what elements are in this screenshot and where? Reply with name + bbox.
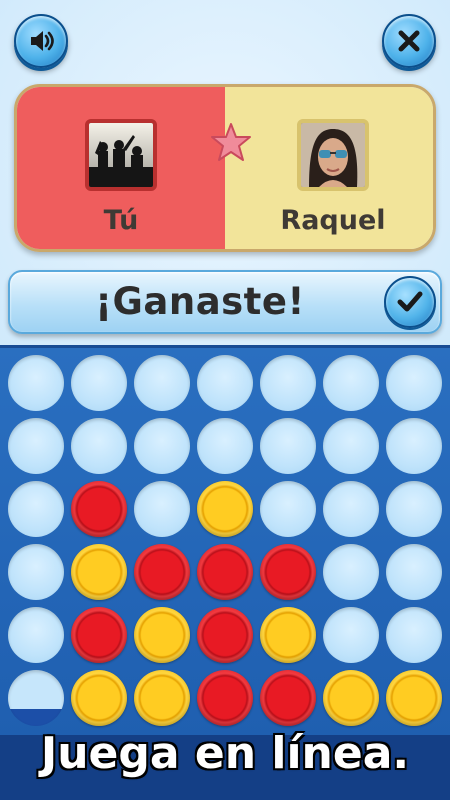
result-banner: ¡Ganaste! [8,270,442,334]
board-slot[interactable] [386,418,442,474]
board-slot[interactable] [323,607,379,663]
board-slot[interactable] [8,607,64,663]
yellow-disc[interactable] [134,670,190,726]
players-panel: Tú Raquel [14,84,436,252]
checkmark-icon [397,291,423,312]
board-slot[interactable] [197,418,253,474]
close-button[interactable] [382,14,436,68]
red-disc[interactable] [71,607,127,663]
yellow-disc[interactable] [386,670,442,726]
board-slot[interactable] [260,418,316,474]
board-slot[interactable] [386,544,442,600]
board-slot[interactable] [323,481,379,537]
yellow-disc[interactable] [71,670,127,726]
board-slot[interactable] [8,544,64,600]
board-slot[interactable] [71,355,127,411]
red-disc[interactable] [71,481,127,537]
player-right-name: Raquel [280,205,386,236]
red-disc[interactable] [260,544,316,600]
board-slot[interactable] [134,355,190,411]
board-slot[interactable] [8,670,64,726]
board-slot[interactable] [8,481,64,537]
red-disc[interactable] [197,607,253,663]
red-disc[interactable] [134,544,190,600]
yellow-disc[interactable] [134,607,190,663]
board-slot[interactable] [134,481,190,537]
board-slot[interactable] [323,418,379,474]
board-slot[interactable] [260,481,316,537]
sound-button[interactable] [14,14,68,68]
board-slot[interactable] [386,607,442,663]
board-slot[interactable] [260,355,316,411]
board-slot[interactable] [323,544,379,600]
game-board [0,345,450,738]
yellow-disc[interactable] [197,481,253,537]
player-right-avatar [297,119,369,191]
board-slot[interactable] [386,481,442,537]
yellow-disc[interactable] [260,607,316,663]
star-icon [211,123,251,161]
player-left-avatar [85,119,157,191]
board-slot[interactable] [8,418,64,474]
board-slot[interactable] [386,355,442,411]
red-disc[interactable] [260,670,316,726]
yellow-disc[interactable] [71,544,127,600]
board-slot[interactable] [134,418,190,474]
speaker-icon [31,31,54,51]
close-icon [398,30,420,52]
red-disc[interactable] [197,544,253,600]
red-disc[interactable] [197,670,253,726]
board-slot[interactable] [323,355,379,411]
board-slot[interactable] [71,418,127,474]
caption-text: Juega en línea. [40,728,410,779]
yellow-disc[interactable] [323,670,379,726]
result-text: ¡Ganaste! [95,280,305,323]
board-slot[interactable] [197,355,253,411]
board-slot[interactable] [8,355,64,411]
top-bar [0,0,450,80]
player-left-name: Tú [103,205,139,236]
confirm-button[interactable] [384,276,436,328]
